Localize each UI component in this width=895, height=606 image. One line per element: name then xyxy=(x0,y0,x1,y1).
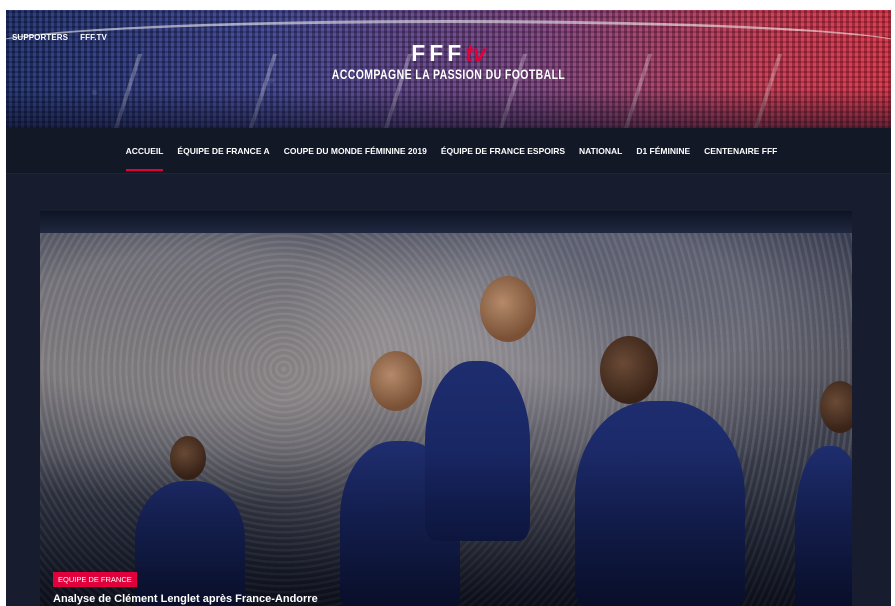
header-banner: SUPPORTERS FFF.TV FFFtv ACCOMPAGNE LA PA… xyxy=(6,10,891,128)
logo-tagline: ACCOMPAGNE LA PASSION DU FOOTBALL xyxy=(331,66,566,84)
main-nav: ACCUEIL ÉQUIPE DE FRANCE A COUPE DU MOND… xyxy=(6,128,891,174)
hero-article[interactable]: EQUIPE DE FRANCE Analyse de Clément Leng… xyxy=(40,211,852,606)
nav-item-equipe-de-france-a[interactable]: ÉQUIPE DE FRANCE A xyxy=(177,146,269,156)
hero-title[interactable]: Analyse de Clément Lenglet après France-… xyxy=(53,593,318,605)
nav-item-equipe-de-france-espoirs[interactable]: ÉQUIPE DE FRANCE ESPOIRS xyxy=(441,146,565,156)
nav-item-centenaire-fff[interactable]: CENTENAIRE FFF xyxy=(704,146,777,156)
logo-fff-text: FFF xyxy=(411,40,466,66)
fff-tv-logo[interactable]: FFFtv ACCOMPAGNE LA PASSION DU FOOTBALL xyxy=(6,40,891,84)
nav-item-accueil[interactable]: ACCUEIL xyxy=(125,146,163,171)
nav-item-national[interactable]: NATIONAL xyxy=(579,146,622,156)
nav-item-d1-feminine[interactable]: D1 FÉMININE xyxy=(636,146,690,156)
main-content: EQUIPE DE FRANCE Analyse de Clément Leng… xyxy=(6,174,891,606)
hero-image-vignette xyxy=(40,211,852,606)
page: SUPPORTERS FFF.TV FFFtv ACCOMPAGNE LA PA… xyxy=(0,0,895,606)
category-badge[interactable]: EQUIPE DE FRANCE xyxy=(53,572,137,587)
banner-shade xyxy=(6,88,891,128)
browser-viewport: SUPPORTERS FFF.TV FFFtv ACCOMPAGNE LA PA… xyxy=(6,10,891,606)
logo-tv-text: tv xyxy=(465,40,486,66)
nav-item-coupe-du-monde-feminine-2019[interactable]: COUPE DU MONDE FÉMININE 2019 xyxy=(284,146,427,156)
